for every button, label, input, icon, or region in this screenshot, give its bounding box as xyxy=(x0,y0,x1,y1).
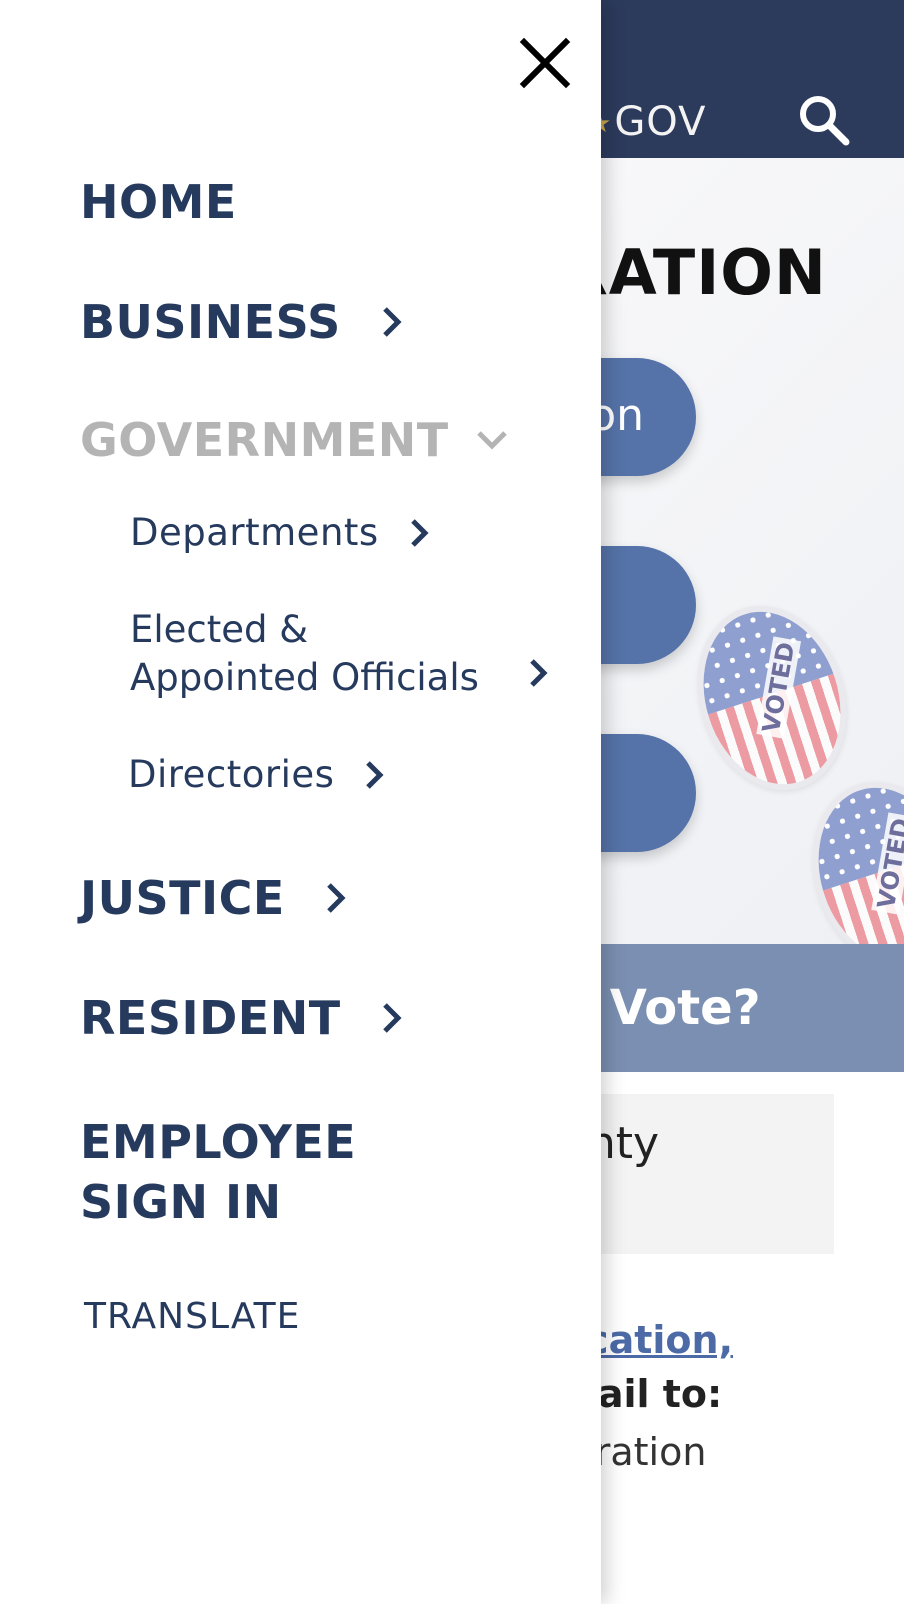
sub-item-elected-officials[interactable]: Elected & Appointed Officials xyxy=(130,606,479,702)
nav-item-label: TRANSLATE xyxy=(84,1296,301,1337)
chevron-down-icon xyxy=(476,431,507,450)
site-logo-text: GOV xyxy=(614,99,707,145)
nav-item-label-line1: EMPLOYEE xyxy=(80,1115,357,1169)
nav-item-government[interactable]: GOVERNMENT xyxy=(80,412,509,468)
chevron-right-icon xyxy=(530,659,548,687)
nav-item-justice[interactable]: JUSTICE xyxy=(80,870,347,926)
nav-item-resident[interactable]: RESIDENT xyxy=(80,990,403,1046)
sub-item-departments[interactable]: Departments xyxy=(130,510,429,556)
chevron-right-icon xyxy=(383,307,402,337)
nav-item-home[interactable]: HOME xyxy=(80,174,237,230)
chevron-right-icon xyxy=(382,1003,402,1033)
sub-item-label-line2: Appointed Officials xyxy=(130,656,479,699)
close-icon[interactable] xyxy=(518,36,572,90)
nav-drawer: HOME BUSINESS GOVERNMENT Departments Ele… xyxy=(0,0,601,1604)
chevron-right-icon xyxy=(410,519,429,547)
nav-item-label-line2: SIGN IN xyxy=(80,1175,282,1229)
nav-item-label: RESIDENT xyxy=(80,991,341,1045)
nav-item-label: HOME xyxy=(80,175,237,229)
chevron-right-icon xyxy=(366,761,384,789)
nav-item-employee-sign-in[interactable]: EMPLOYEE SIGN IN xyxy=(80,1112,356,1232)
nav-item-label: GOVERNMENT xyxy=(80,413,449,467)
chevron-right-icon xyxy=(327,883,346,913)
sub-item-directories[interactable]: Directories xyxy=(128,752,384,798)
nav-item-translate[interactable]: TRANSLATE xyxy=(84,1296,300,1337)
search-icon[interactable] xyxy=(796,92,852,148)
sub-item-label-line1: Elected & xyxy=(130,608,309,651)
nav-item-label: BUSINESS xyxy=(80,295,341,349)
sub-item-label: Departments xyxy=(130,511,379,554)
nav-item-business[interactable]: BUSINESS xyxy=(80,294,403,350)
app-frame: ★GOV RATION on VOTED VOTED o Vote? unty … xyxy=(0,0,904,1604)
nav-item-label: JUSTICE xyxy=(80,871,285,925)
sub-item-label: Directories xyxy=(128,753,335,796)
site-logo[interactable]: ★GOV xyxy=(588,92,706,154)
